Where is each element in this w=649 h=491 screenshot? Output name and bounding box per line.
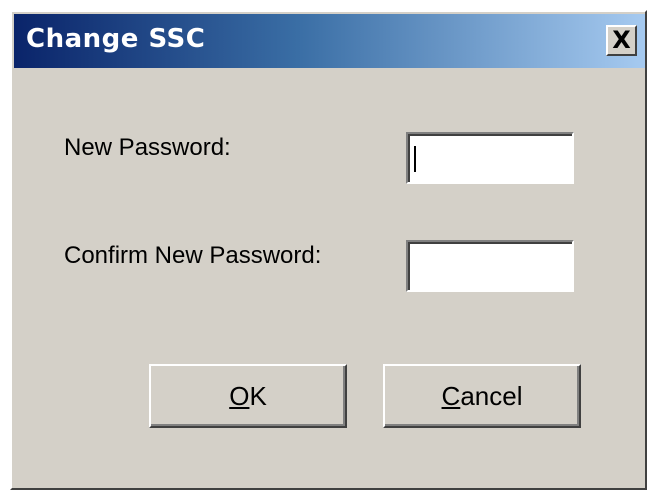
new-password-field[interactable] [406, 132, 574, 184]
window-title: Change SSC [26, 24, 206, 54]
ok-label-rest: K [249, 380, 267, 411]
close-button[interactable]: X [606, 25, 637, 56]
title-bar[interactable]: Change SSC X [14, 14, 645, 68]
new-password-input[interactable] [408, 134, 572, 182]
confirm-password-input[interactable] [408, 242, 572, 290]
confirm-password-label: Confirm New Password: [64, 242, 322, 269]
close-icon: X [612, 26, 631, 54]
new-password-label: New Password: [64, 134, 231, 161]
ok-button[interactable]: OK [149, 364, 347, 428]
cancel-label-rest: ancel [460, 380, 523, 411]
confirm-password-field[interactable] [406, 240, 574, 292]
cancel-button[interactable]: Cancel [383, 364, 581, 428]
cancel-mnemonic: C [441, 380, 461, 411]
text-caret [414, 146, 416, 172]
ok-mnemonic: O [229, 380, 250, 411]
change-ssc-dialog: Change SSC X New Password: Confirm New P… [10, 10, 647, 490]
